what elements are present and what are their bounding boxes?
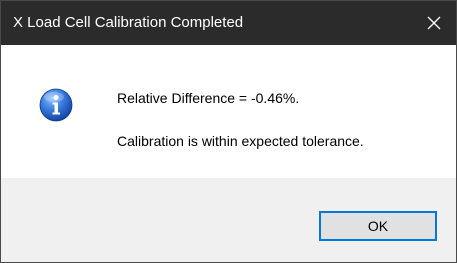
close-icon [427,16,440,30]
message-tolerance: Calibration is within expected tolerance… [117,133,364,149]
message-dialog: X Load Cell Calibration Completed Relati… [0,0,457,263]
information-icon [39,88,73,122]
dialog-content: Relative Difference = -0.46%. Calibratio… [1,45,456,178]
close-button[interactable] [411,1,456,45]
button-bar: OK [1,178,456,262]
title-bar[interactable]: X Load Cell Calibration Completed [1,1,456,45]
dialog-title: X Load Cell Calibration Completed [13,14,244,31]
ok-button[interactable]: OK [319,211,437,241]
message-relative-difference: Relative Difference = -0.46%. [117,90,300,106]
